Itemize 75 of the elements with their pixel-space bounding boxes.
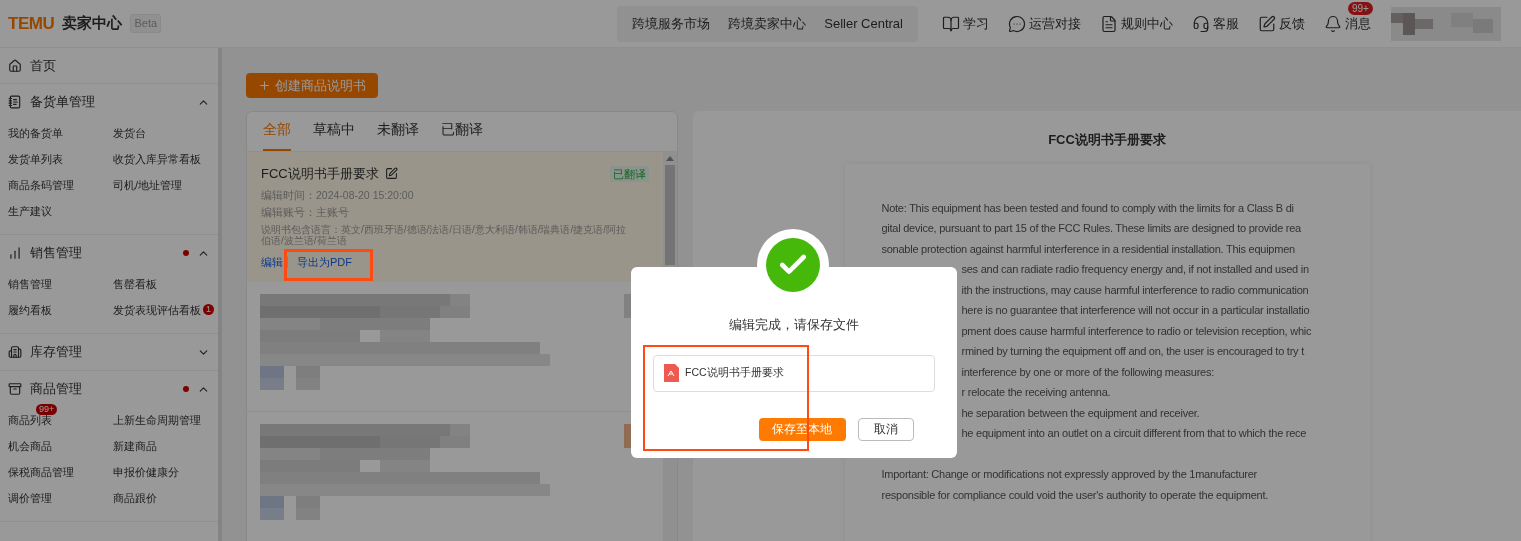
manual-title: FCC说明书手册要求 xyxy=(261,165,379,183)
chat-icon xyxy=(1008,14,1026,33)
sidebar-link[interactable]: 商品条码管理 xyxy=(8,176,74,194)
tab[interactable]: 草稿中 xyxy=(313,119,355,151)
edit-link[interactable]: 编辑 xyxy=(261,254,283,271)
sidebar-link[interactable]: 保税商品管理 xyxy=(8,463,74,481)
sidebar-link[interactable]: 发货单列表 xyxy=(8,150,63,168)
document-line: Important: Change or modifications not expressly approved by the 1manufacturer xyxy=(881,467,1257,482)
sidebar-section[interactable]: 销售管理 xyxy=(0,235,218,271)
status-tag: 已翻译 xyxy=(610,165,649,182)
tab[interactable]: 未翻译 xyxy=(377,119,419,151)
bell-icon xyxy=(1324,14,1342,33)
nav-item[interactable]: 学习 xyxy=(942,13,989,34)
nav-item[interactable]: 客服 xyxy=(1192,13,1239,34)
sidebar-link[interactable]: 销售管理 xyxy=(8,275,52,293)
sidebar-link[interactable]: 发货表现评估看板 xyxy=(113,301,201,319)
nav-item[interactable]: 反馈 xyxy=(1258,13,1305,34)
document-line: rmined by turning the equipment off and on, the user is encouraged to try t xyxy=(961,344,1304,359)
document-line: interference by one or more of the following measures: xyxy=(961,364,1214,380)
document-icon xyxy=(1100,14,1118,33)
sidebar-section[interactable]: 库存管理 xyxy=(0,334,218,370)
document-line: sonable protection against harmful interference in a residential installation. This equipmen xyxy=(881,241,1295,257)
plus-icon xyxy=(258,79,271,92)
document-line: Note: This equipment has been tested and found to comply with the limits for a Class B di xyxy=(881,200,1294,216)
sidebar-section[interactable]: 备货单管理 xyxy=(0,84,218,120)
sidebar-item[interactable]: 首页 xyxy=(0,48,218,84)
home-icon xyxy=(8,58,22,73)
count-badge: 1 xyxy=(203,304,214,315)
nav-item[interactable]: 消息 xyxy=(1324,13,1371,34)
nav-link[interactable]: 跨境服务市场 xyxy=(632,13,711,34)
bar-chart-icon xyxy=(8,246,22,260)
cancel-button[interactable]: 取消 xyxy=(857,417,914,441)
sidebar-link[interactable]: 商品跟价 xyxy=(113,489,157,507)
sidebar-link[interactable]: 发货台 xyxy=(113,124,146,142)
nav-link[interactable]: 跨境卖家中心 xyxy=(728,13,807,34)
document-line: responsible for compliance could void the user's authority to operate the equipment. xyxy=(881,487,1268,503)
edit-icon[interactable] xyxy=(384,167,398,181)
building-icon xyxy=(8,345,22,359)
edit-icon xyxy=(1258,14,1276,33)
sidebar-link[interactable]: 售罄看板 xyxy=(113,275,157,293)
sidebar-link[interactable]: 生产建议 xyxy=(8,202,52,220)
dialog-message: 编辑完成，请保存文件 xyxy=(729,316,859,334)
document-line: gital device, pursuant to part 15 of the FCC Rules. These limits are designed to provide rea xyxy=(881,221,1301,236)
sidebar-link[interactable]: 机会商品 xyxy=(8,437,52,455)
count-badge: 99+ xyxy=(1348,1,1373,15)
app-title: 卖家中心 xyxy=(62,13,123,34)
sidebar-link[interactable]: 上新生命周期管理 xyxy=(113,411,201,429)
sidebar-link[interactable]: 收货入库异常看板 xyxy=(113,150,201,168)
sidebar-link[interactable]: 我的备货单 xyxy=(8,124,63,142)
export-pdf-link[interactable]: 导出为PDF xyxy=(297,254,352,271)
notebook-icon xyxy=(8,95,22,109)
count-badge: 99+ xyxy=(36,404,58,415)
document-line: here is no guarantee that interference will not occur in a particular installatio xyxy=(961,303,1310,318)
headset-icon xyxy=(1192,14,1210,33)
pdf-file-icon xyxy=(664,364,679,382)
sidebar-link[interactable]: 调价管理 xyxy=(8,489,52,507)
box-icon xyxy=(8,382,22,396)
sidebar-link[interactable]: 申报价健康分 xyxy=(113,463,179,481)
document-line: pment does cause harmful interference to radio or television reception, whic xyxy=(961,323,1312,339)
sidebar-link[interactable]: 履约看板 xyxy=(8,301,52,319)
nav-item[interactable]: 规则中心 xyxy=(1100,13,1173,34)
document-line: he equipment into an outlet on a circuit different from that to which the rece xyxy=(961,426,1307,441)
document-line: ses and can radiate radio frequency energy and, if not installed and used in xyxy=(961,262,1309,277)
tab[interactable]: 已翻译 xyxy=(441,119,483,151)
nav-item[interactable]: 运营对接 xyxy=(1008,13,1081,34)
document-line: r relocate the receiving antenna. xyxy=(961,385,1111,400)
sidebar-link[interactable]: 新建商品 xyxy=(113,437,157,455)
nav-link[interactable]: Seller Central xyxy=(824,13,903,34)
document-line: ith the instructions, may cause harmful interference to radio communication xyxy=(961,282,1309,298)
preview-title: FCC说明书手册要求 xyxy=(1048,131,1166,149)
book-icon xyxy=(942,14,960,33)
file-name: FCC说明书手册要求 xyxy=(685,365,784,381)
logo: TEMU xyxy=(8,12,55,35)
sidebar-link[interactable]: 司机/地址管理 xyxy=(113,176,183,194)
document-line: he separation between the equipment and receiver. xyxy=(961,405,1200,421)
